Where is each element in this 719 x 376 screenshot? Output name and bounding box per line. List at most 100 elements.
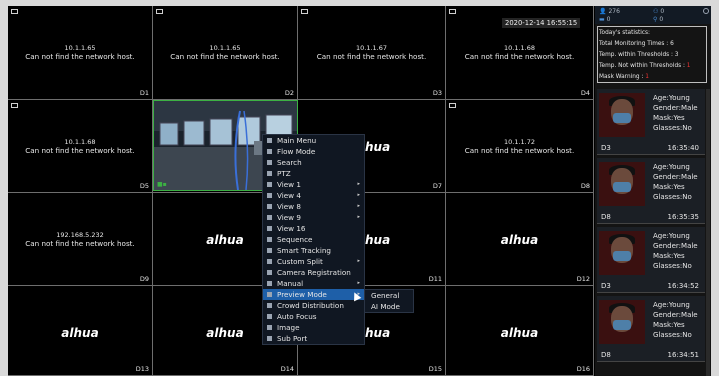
menu-item-label: Manual bbox=[277, 279, 304, 288]
dahua-logo: alhua bbox=[500, 233, 539, 247]
submenu-arrow-icon: ▸ bbox=[357, 214, 360, 220]
menu-item-label: Preview Mode bbox=[277, 290, 327, 299]
camera-ip: 10.1.1.65 bbox=[209, 44, 241, 52]
menu-item-camera-registration[interactable]: Camera Registration bbox=[263, 267, 364, 278]
face-mask-status: Mask:Yes bbox=[653, 183, 685, 191]
menu-item-view-1[interactable]: View 1 ▸ bbox=[263, 179, 364, 190]
preview-mode-submenu: General AI Mode bbox=[364, 289, 414, 313]
menu-item-label: View 9 bbox=[277, 213, 301, 222]
counter-bar: 👤 276 ⚇ 0 ▬ 0 ⚲ 0 bbox=[595, 6, 711, 24]
menu-item-main-menu[interactable]: Main Menu bbox=[263, 135, 364, 146]
menu-item-view-4[interactable]: View 4 ▸ bbox=[263, 190, 364, 201]
camera-status-icon bbox=[301, 9, 308, 14]
menu-item-view-9[interactable]: View 9 ▸ bbox=[263, 212, 364, 223]
face-card[interactable]: Age:Young Gender:Male Mask:Yes Glasses:No D8… bbox=[597, 158, 705, 224]
submenu-arrow-icon: ▸ bbox=[357, 181, 360, 187]
menu-item-flow-mode[interactable]: Flow Mode bbox=[263, 146, 364, 157]
camera-cell[interactable]: 192.168.5.232 Can not find the network ho… bbox=[8, 193, 153, 286]
face-time: 16:35:40 bbox=[667, 144, 699, 152]
camera-cell[interactable]: 10.1.1.67 Can not find the network host. D… bbox=[298, 6, 446, 100]
bike-counter: ⚲ 0 bbox=[653, 16, 663, 23]
face-camera-label: D3 bbox=[601, 144, 611, 152]
panel-close-icon[interactable] bbox=[703, 8, 709, 14]
camera-error-message: Can not find the network host. bbox=[170, 52, 280, 61]
face-attributes: Age:Young Gender:Male Mask:Yes Glasses:No bbox=[653, 162, 698, 202]
stats-title: Today's statistics: bbox=[599, 30, 651, 36]
face-gender: Gender:Male bbox=[653, 173, 698, 181]
face-card[interactable]: Age:Young Gender:Male Mask:Yes Glasses:No D3… bbox=[597, 227, 705, 293]
face-mask bbox=[613, 113, 631, 123]
menu-item-label: View 4 bbox=[277, 191, 301, 200]
menu-item-icon bbox=[267, 281, 272, 286]
stats-within: Temp. within Thresholds : 3 bbox=[599, 52, 679, 58]
menu-item-label: View 16 bbox=[277, 224, 306, 233]
face-glasses: Glasses:No bbox=[653, 124, 692, 132]
submenu-arrow-icon: ▸ bbox=[357, 280, 360, 286]
menu-item-icon bbox=[267, 259, 272, 264]
vehicle-count: 0 bbox=[606, 16, 611, 23]
face-age: Age:Young bbox=[653, 163, 690, 171]
menu-item-view-8[interactable]: View 8 ▸ bbox=[263, 201, 364, 212]
camera-channel-label: D14 bbox=[280, 365, 294, 373]
camera-error-message: Can not find the network host. bbox=[25, 239, 135, 248]
face-snapshot bbox=[599, 93, 645, 137]
bike-icon: ⚲ bbox=[653, 16, 658, 23]
menu-item-smart-tracking[interactable]: Smart Tracking bbox=[263, 245, 364, 256]
camera-ip: 10.1.1.68 bbox=[64, 138, 96, 146]
menu-item-manual[interactable]: Manual ▸ bbox=[263, 278, 364, 289]
camera-cell[interactable]: alhua D13 bbox=[8, 286, 153, 376]
menu-item-sub-port[interactable]: Sub Port bbox=[263, 333, 364, 344]
camera-ip: 10.1.1.65 bbox=[64, 44, 96, 52]
camera-cell[interactable]: 10.1.1.68 Can not find the network host. D… bbox=[8, 100, 153, 193]
menu-item-preview-mode[interactable]: Preview Mode ▸ bbox=[263, 289, 364, 300]
menu-item-ptz[interactable]: PTZ bbox=[263, 168, 364, 179]
face-gender: Gender:Male bbox=[653, 242, 698, 250]
camera-ip: 10.1.1.67 bbox=[355, 44, 387, 52]
bike-count: 0 bbox=[659, 16, 664, 23]
smart-panel: 👤 276 ⚇ 0 ▬ 0 ⚲ 0 Today's statistics: Total … bbox=[595, 6, 711, 376]
submenu-item-ai-mode[interactable]: AI Mode bbox=[365, 301, 413, 312]
person-icon: 👤 bbox=[599, 8, 607, 15]
camera-channel-label: D16 bbox=[576, 365, 590, 373]
today-statistics: Today's statistics: Total Monitoring Tim… bbox=[597, 26, 707, 83]
menu-item-crowd-distribution[interactable]: Crowd Distribution bbox=[263, 300, 364, 311]
face-list-scrollbar[interactable] bbox=[706, 89, 710, 376]
camera-channel-label: D5 bbox=[139, 182, 149, 190]
record-icon: ■▪ bbox=[157, 181, 167, 188]
face-card[interactable]: Age:Young Gender:Male Mask:Yes Glasses:No D8… bbox=[597, 296, 705, 362]
menu-item-icon bbox=[267, 292, 272, 297]
camera-cell[interactable]: alhua D16 bbox=[446, 286, 594, 376]
group-count: 0 bbox=[660, 8, 665, 15]
camera-status-icon bbox=[11, 103, 18, 108]
menu-item-icon bbox=[267, 336, 272, 341]
camera-cell[interactable]: 10.1.1.72 Can not find the network host. D… bbox=[446, 100, 594, 193]
menu-item-view-16[interactable]: View 16 bbox=[263, 223, 364, 234]
camera-error-message: Can not find the network host. bbox=[25, 146, 135, 155]
menu-item-label: Camera Registration bbox=[277, 268, 351, 277]
menu-item-label: PTZ bbox=[277, 169, 291, 178]
camera-cell[interactable]: 10.1.1.65 Can not find the network host. D… bbox=[8, 6, 153, 100]
face-mask-status: Mask:Yes bbox=[653, 252, 685, 260]
face-camera-label: D3 bbox=[601, 282, 611, 290]
stats-mask-label: Mask Warning : bbox=[599, 74, 646, 80]
menu-item-search[interactable]: Search bbox=[263, 157, 364, 168]
stats-mask: Mask Warning : 1 bbox=[599, 72, 705, 83]
camera-cell[interactable]: 10.1.1.65 Can not find the network host. D… bbox=[153, 6, 298, 100]
camera-channel-label: D2 bbox=[284, 89, 294, 97]
people-counter: 👤 276 bbox=[599, 8, 620, 15]
menu-item-sequence[interactable]: Sequence bbox=[263, 234, 364, 245]
menu-item-icon bbox=[267, 138, 272, 143]
camera-channel-label: D8 bbox=[580, 182, 590, 190]
menu-item-auto-focus[interactable]: Auto Focus bbox=[263, 311, 364, 322]
face-card[interactable]: Age:Young Gender:Male Mask:Yes Glasses:No D3… bbox=[597, 89, 705, 155]
menu-item-icon bbox=[267, 314, 272, 319]
camera-cell[interactable]: alhua D12 bbox=[446, 193, 594, 286]
camera-channel-label: D11 bbox=[428, 275, 442, 283]
face-camera-label: D8 bbox=[601, 213, 611, 221]
submenu-item-general[interactable]: General bbox=[365, 290, 413, 301]
car-icon: ▬ bbox=[599, 16, 605, 23]
menu-item-icon bbox=[267, 171, 272, 176]
face-attributes: Age:Young Gender:Male Mask:Yes Glasses:No bbox=[653, 231, 698, 271]
menu-item-custom-split[interactable]: Custom Split ▸ bbox=[263, 256, 364, 267]
menu-item-image[interactable]: Image bbox=[263, 322, 364, 333]
